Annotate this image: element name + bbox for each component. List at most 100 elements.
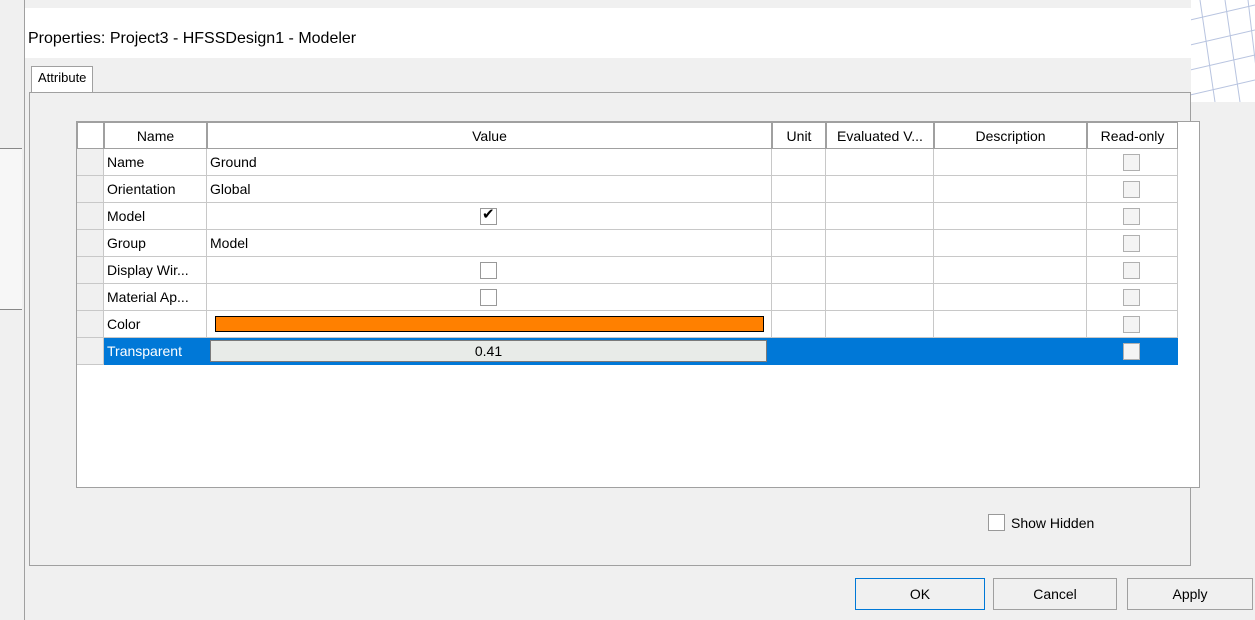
property-evaluated-value bbox=[826, 284, 934, 311]
property-evaluated-value bbox=[826, 338, 934, 365]
property-read-only bbox=[1087, 338, 1178, 365]
dialog-title: Properties: Project3 - HFSSDesign1 - Mod… bbox=[28, 30, 357, 47]
table-row[interactable]: Orientation Global bbox=[77, 176, 1178, 203]
property-evaluated-value bbox=[826, 203, 934, 230]
background-grid-viewport bbox=[1190, 0, 1255, 102]
property-read-only bbox=[1087, 230, 1178, 257]
read-only-checkbox[interactable] bbox=[1123, 154, 1140, 171]
column-header-value[interactable]: Value bbox=[207, 122, 772, 149]
read-only-checkbox[interactable] bbox=[1123, 262, 1140, 279]
property-description bbox=[934, 257, 1087, 284]
property-read-only bbox=[1087, 284, 1178, 311]
tab-attribute[interactable]: Attribute bbox=[31, 66, 94, 93]
row-header[interactable] bbox=[77, 257, 104, 284]
property-description bbox=[934, 203, 1087, 230]
ok-button[interactable]: OK bbox=[855, 578, 985, 610]
property-description bbox=[934, 284, 1087, 311]
read-only-checkbox[interactable] bbox=[1123, 289, 1140, 306]
show-hidden-option[interactable]: Show Hidden bbox=[988, 511, 1094, 531]
table-row[interactable]: Group Model bbox=[77, 230, 1178, 257]
read-only-checkbox[interactable] bbox=[1123, 208, 1140, 225]
row-header[interactable] bbox=[77, 311, 104, 338]
show-hidden-checkbox[interactable] bbox=[988, 514, 1005, 531]
property-description bbox=[934, 311, 1087, 338]
property-name: Color bbox=[104, 311, 207, 338]
property-description bbox=[934, 149, 1087, 176]
show-hidden-label: Show Hidden bbox=[1011, 515, 1095, 531]
table-row[interactable]: Name Ground bbox=[77, 149, 1178, 176]
property-value[interactable]: Model bbox=[207, 230, 772, 257]
background-panel bbox=[0, 148, 22, 310]
property-evaluated-value bbox=[826, 230, 934, 257]
property-value bbox=[207, 311, 772, 338]
property-unit bbox=[772, 338, 826, 365]
row-header[interactable] bbox=[77, 284, 104, 311]
material-appearance-checkbox[interactable] bbox=[480, 289, 497, 306]
property-evaluated-value bbox=[826, 149, 934, 176]
property-name: Material Ap... bbox=[104, 284, 207, 311]
property-unit bbox=[772, 149, 826, 176]
property-unit bbox=[772, 311, 826, 338]
property-read-only bbox=[1087, 203, 1178, 230]
display-wireframe-checkbox[interactable] bbox=[480, 262, 497, 279]
property-name: Model bbox=[104, 203, 207, 230]
property-name: Orientation bbox=[104, 176, 207, 203]
property-name: Transparent bbox=[104, 338, 207, 365]
title-bar: Properties: Project3 - HFSSDesign1 - Mod… bbox=[25, 8, 1191, 58]
property-value[interactable]: Global bbox=[207, 176, 772, 203]
table-row[interactable]: Color bbox=[77, 311, 1178, 338]
row-header[interactable] bbox=[77, 338, 104, 365]
properties-dialog: Properties: Project3 - HFSSDesign1 - Mod… bbox=[24, 0, 1253, 620]
property-value bbox=[207, 257, 772, 284]
property-unit bbox=[772, 176, 826, 203]
property-evaluated-value bbox=[826, 257, 934, 284]
property-value bbox=[207, 284, 772, 311]
property-unit bbox=[772, 284, 826, 311]
read-only-checkbox[interactable] bbox=[1123, 181, 1140, 198]
property-unit bbox=[772, 230, 826, 257]
column-header-read-only[interactable]: Read-only bbox=[1087, 122, 1178, 149]
row-header[interactable] bbox=[77, 203, 104, 230]
property-description bbox=[934, 176, 1087, 203]
property-description bbox=[934, 338, 1087, 365]
table-row-selected[interactable]: Transparent 0.41 bbox=[77, 338, 1178, 365]
apply-button[interactable]: Apply bbox=[1127, 578, 1253, 610]
background-window-left bbox=[0, 0, 25, 620]
read-only-checkbox[interactable] bbox=[1123, 235, 1140, 252]
cancel-button[interactable]: Cancel bbox=[993, 578, 1117, 610]
row-header[interactable] bbox=[77, 149, 104, 176]
properties-grid[interactable]: Name Value Unit Evaluated V... Descripti… bbox=[76, 121, 1200, 488]
grid-lines-icon bbox=[1190, 0, 1255, 102]
property-value: 0.41 bbox=[207, 338, 772, 365]
transparency-input[interactable]: 0.41 bbox=[210, 340, 767, 362]
property-name: Name bbox=[104, 149, 207, 176]
table-row[interactable]: Material Ap... bbox=[77, 284, 1178, 311]
color-swatch[interactable] bbox=[215, 316, 764, 332]
read-only-checkbox[interactable] bbox=[1123, 316, 1140, 333]
property-evaluated-value bbox=[826, 311, 934, 338]
column-header-name[interactable]: Name bbox=[104, 122, 207, 149]
column-header-description[interactable]: Description bbox=[934, 122, 1087, 149]
column-header-unit[interactable]: Unit bbox=[772, 122, 826, 149]
property-name: Group bbox=[104, 230, 207, 257]
read-only-checkbox[interactable] bbox=[1123, 343, 1140, 360]
property-read-only bbox=[1087, 257, 1178, 284]
property-name: Display Wir... bbox=[104, 257, 207, 284]
checkmark-icon: ✔ bbox=[482, 206, 495, 223]
row-header[interactable] bbox=[77, 176, 104, 203]
table-row[interactable]: Model ✔ bbox=[77, 203, 1178, 230]
row-header[interactable] bbox=[77, 230, 104, 257]
property-evaluated-value bbox=[826, 176, 934, 203]
property-read-only bbox=[1087, 311, 1178, 338]
property-read-only bbox=[1087, 176, 1178, 203]
property-value: ✔ bbox=[207, 203, 772, 230]
model-checkbox[interactable]: ✔ bbox=[480, 206, 497, 225]
header-corner bbox=[77, 122, 104, 149]
property-unit bbox=[772, 257, 826, 284]
property-value[interactable]: Ground bbox=[207, 149, 772, 176]
property-description bbox=[934, 230, 1087, 257]
table-row[interactable]: Display Wir... bbox=[77, 257, 1178, 284]
column-header-evaluated-value[interactable]: Evaluated V... bbox=[826, 122, 934, 149]
property-unit bbox=[772, 203, 826, 230]
grid-header-row: Name Value Unit Evaluated V... Descripti… bbox=[77, 122, 1178, 149]
